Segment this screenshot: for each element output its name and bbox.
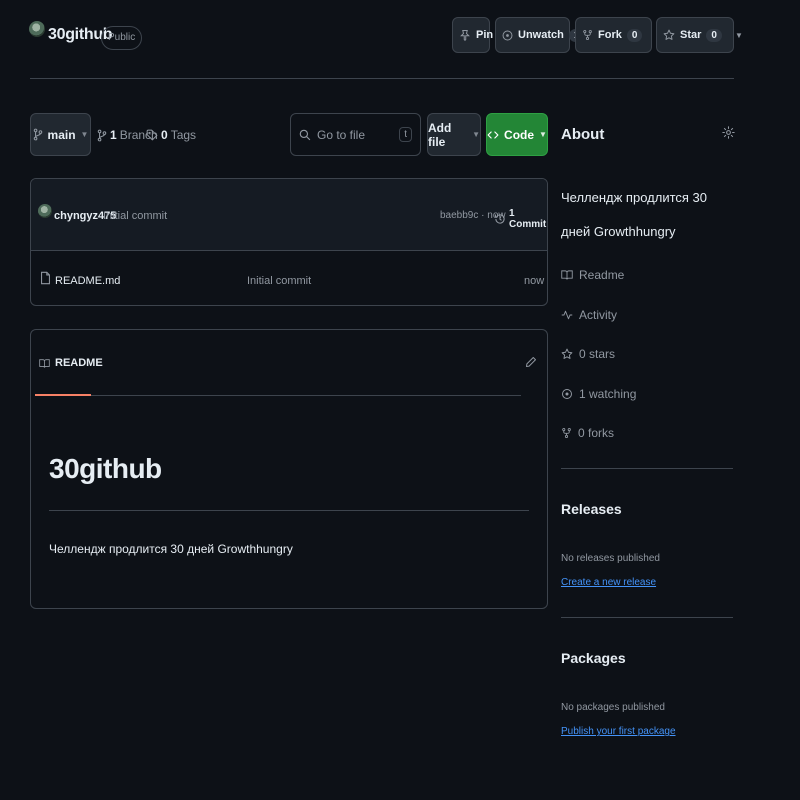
publish-package-link[interactable]: Publish your first package xyxy=(561,726,676,737)
tag-count: 0 xyxy=(161,128,168,142)
latest-commit-row: chyngyz475 Initial commit baebb9c · now … xyxy=(31,179,547,251)
sidebar-item-activity[interactable]: Activity xyxy=(561,308,617,322)
sidebar-item-label: 0 stars xyxy=(579,347,616,361)
book-icon xyxy=(39,358,50,369)
releases-empty-text: No releases published xyxy=(561,553,660,564)
tab-divider xyxy=(91,395,521,396)
releases-title[interactable]: Releases xyxy=(561,501,622,517)
sidebar-item-label: Readme xyxy=(579,268,625,282)
file-time: now xyxy=(524,275,545,287)
pin-icon xyxy=(459,29,471,41)
gear-icon[interactable] xyxy=(722,126,735,139)
chevron-down-icon: ▼ xyxy=(539,130,547,139)
file-commit-message[interactable]: Initial commit xyxy=(247,275,311,287)
fork-label: Fork xyxy=(598,29,622,41)
sidebar-divider xyxy=(561,468,733,469)
table-row[interactable]: README.md Initial commit now xyxy=(31,251,547,305)
sidebar-divider xyxy=(561,617,733,618)
eye-icon xyxy=(502,30,513,41)
code-label: Code xyxy=(504,127,535,142)
code-icon xyxy=(487,129,499,141)
readme-panel: README 30github Челлендж продлится 30 дн… xyxy=(30,329,548,609)
chevron-down-icon[interactable]: ▼ xyxy=(728,31,750,40)
pin-button[interactable]: Pin xyxy=(452,17,494,53)
sidebar-item-forks[interactable]: 0 forks xyxy=(561,426,614,440)
pulse-icon xyxy=(561,309,573,321)
commit-message[interactable]: Initial commit xyxy=(103,210,167,222)
sidebar-item-label: 1 watching xyxy=(579,387,637,401)
active-tab-indicator xyxy=(35,394,91,396)
visibility-badge: Public xyxy=(101,26,143,50)
packages-empty-text: No packages published xyxy=(561,702,665,713)
sidebar-item-label: 0 forks xyxy=(578,426,615,440)
unwatch-label: Unwatch xyxy=(518,29,564,41)
branch-icon xyxy=(33,128,43,141)
add-file-label: Add file xyxy=(428,120,452,149)
add-file-button[interactable]: Add file ▼ xyxy=(427,113,481,156)
readme-heading: 30github xyxy=(49,453,162,484)
star-label: Star xyxy=(680,29,702,41)
header-divider xyxy=(30,78,734,79)
star-icon xyxy=(663,29,675,41)
sidebar-item-stars[interactable]: 0 stars xyxy=(561,347,615,361)
pin-label: Pin xyxy=(476,29,494,41)
avatar[interactable] xyxy=(38,204,52,218)
fork-button[interactable]: Fork 0 ▼ xyxy=(575,17,663,53)
history-icon xyxy=(494,213,506,225)
star-count: 0 xyxy=(706,28,722,42)
branch-selector[interactable]: main ▼ xyxy=(30,113,91,156)
sidebar-item-readme[interactable]: Readme xyxy=(561,268,624,282)
create-release-link[interactable]: Create a new release xyxy=(561,577,656,588)
sidebar-item-watching[interactable]: 1 watching xyxy=(561,387,636,401)
book-icon xyxy=(561,269,573,281)
file-icon xyxy=(40,271,51,285)
star-icon xyxy=(561,348,573,360)
commit-count: 1 Commit xyxy=(509,208,547,230)
commit-history-link[interactable]: 1 Commit xyxy=(494,208,547,230)
branch-count: 1 xyxy=(110,128,117,142)
readme-body: Челлендж продлится 30 дней Growthhungry xyxy=(49,542,293,556)
star-button[interactable]: Star 0 ▼ xyxy=(656,17,743,53)
code-button[interactable]: Code ▼ xyxy=(486,113,548,156)
pencil-icon[interactable] xyxy=(525,355,537,369)
fork-icon xyxy=(582,29,593,41)
chevron-down-icon: ▼ xyxy=(80,130,89,139)
file-name[interactable]: README.md xyxy=(55,275,120,287)
go-to-file-shortcut: t xyxy=(399,127,412,142)
tag-label: Tags xyxy=(170,128,197,142)
chevron-down-icon: ▼ xyxy=(472,130,480,139)
branch-icon xyxy=(97,129,107,142)
readme-tab-label: README xyxy=(55,357,103,369)
repo-owner-avatar[interactable] xyxy=(29,21,45,37)
packages-title[interactable]: Packages xyxy=(561,650,626,666)
readme-heading-rule xyxy=(49,510,529,511)
sidebar-item-label: Activity xyxy=(579,308,618,322)
go-to-file-placeholder: Go to file xyxy=(317,127,366,142)
repo-description: Челлендж продлится 30 дней Growthhungry xyxy=(561,190,708,239)
go-to-file-input[interactable]: Go to file t xyxy=(290,113,421,156)
file-browser: chyngyz475 Initial commit baebb9c · now … xyxy=(30,178,548,306)
fork-icon xyxy=(561,427,572,439)
about-title: About xyxy=(561,126,605,143)
unwatch-button[interactable]: Unwatch 1 ▼ xyxy=(495,17,605,53)
tab-readme[interactable]: README xyxy=(39,357,103,369)
fork-count: 0 xyxy=(626,28,643,42)
eye-icon xyxy=(561,388,573,400)
branch-name: main xyxy=(47,127,76,142)
search-icon xyxy=(299,129,311,141)
tags-link[interactable]: 0 Tags xyxy=(146,128,196,142)
tag-icon xyxy=(146,129,158,141)
